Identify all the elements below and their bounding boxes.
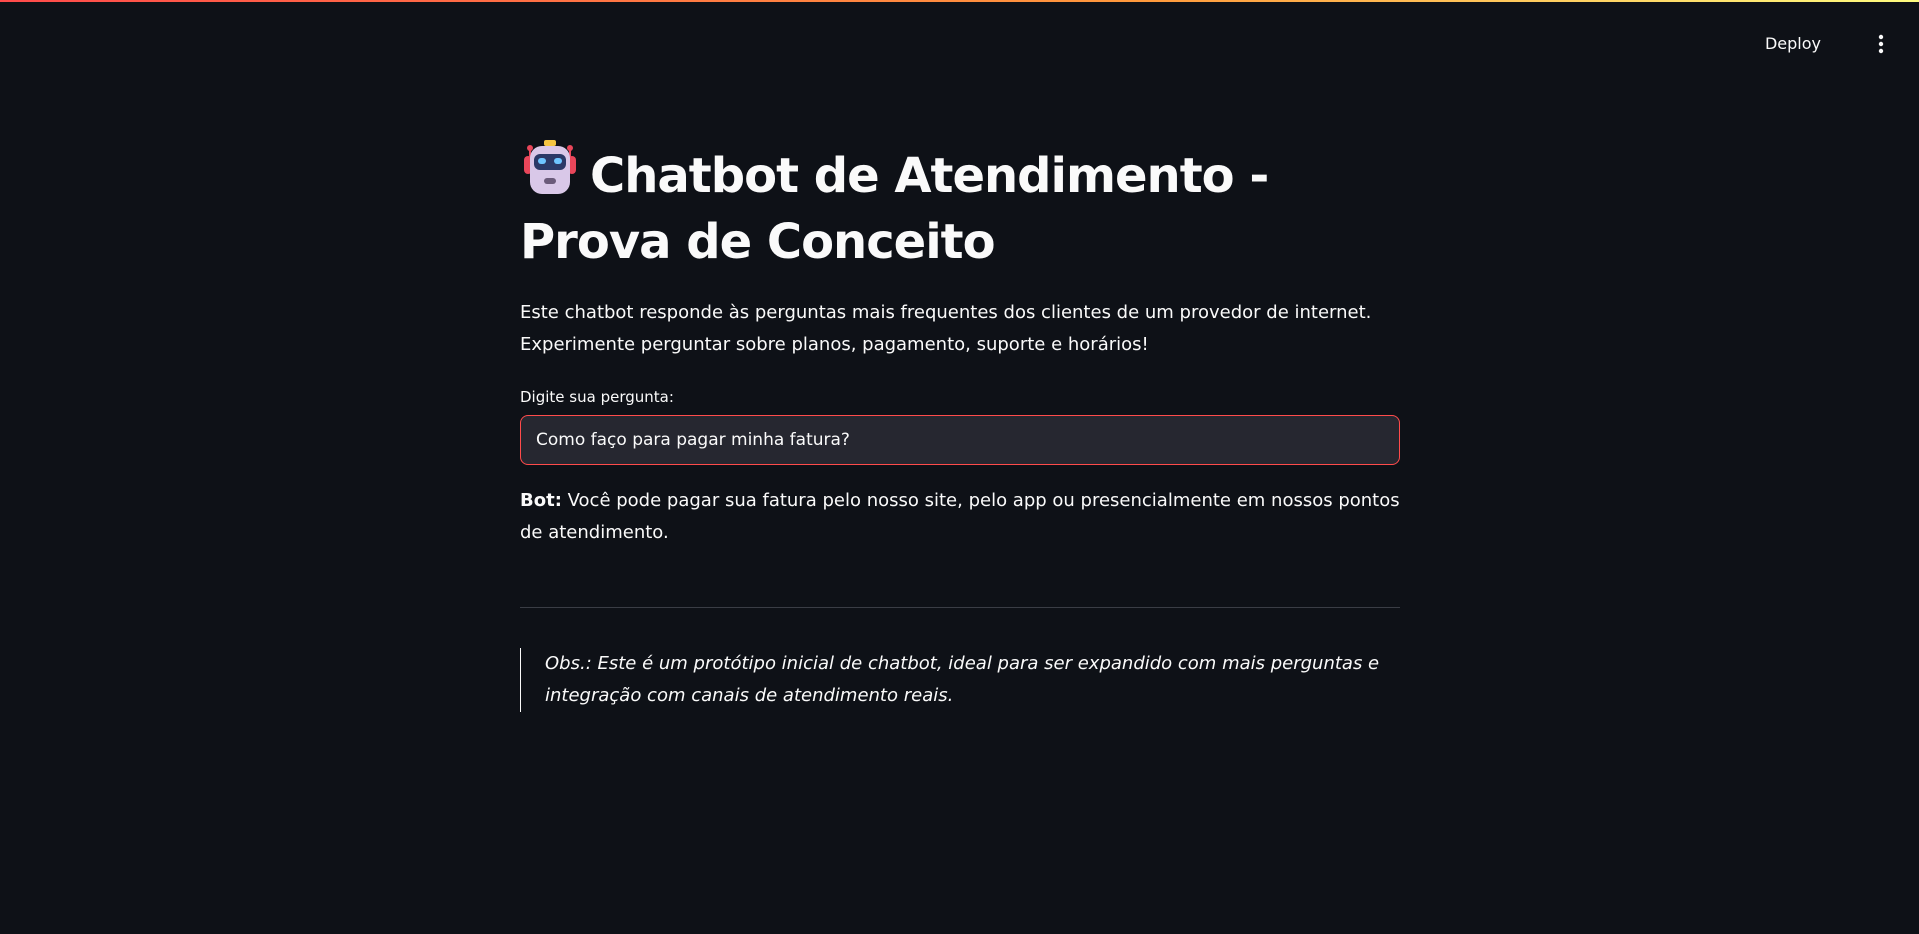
bot-response: Bot: Você pode pagar sua fatura pelo nos… bbox=[520, 485, 1400, 549]
page-description: Este chatbot responde às perguntas mais … bbox=[520, 302, 1372, 355]
question-input[interactable] bbox=[520, 415, 1400, 465]
bot-prefix: Bot: bbox=[520, 490, 562, 511]
bot-answer-text: Você pode pagar sua fatura pelo nosso si… bbox=[520, 490, 1400, 543]
robot-icon bbox=[524, 140, 576, 194]
deploy-button[interactable]: Deploy bbox=[1757, 30, 1829, 58]
more-vertical-icon bbox=[1878, 34, 1884, 54]
page-title-block: Chatbot de Atendimento - Prova de Concei… bbox=[520, 140, 1400, 275]
main-content: Chatbot de Atendimento - Prova de Concei… bbox=[520, 140, 1400, 712]
divider bbox=[520, 607, 1400, 608]
page-title: Chatbot de Atendimento - Prova de Concei… bbox=[520, 148, 1269, 270]
app-header: Deploy bbox=[0, 0, 1919, 60]
note-blockquote: Obs.: Este é um protótipo inicial de cha… bbox=[520, 648, 1400, 712]
main-menu-button[interactable] bbox=[1867, 30, 1895, 58]
question-input-label: Digite sua pergunta: bbox=[520, 388, 674, 406]
